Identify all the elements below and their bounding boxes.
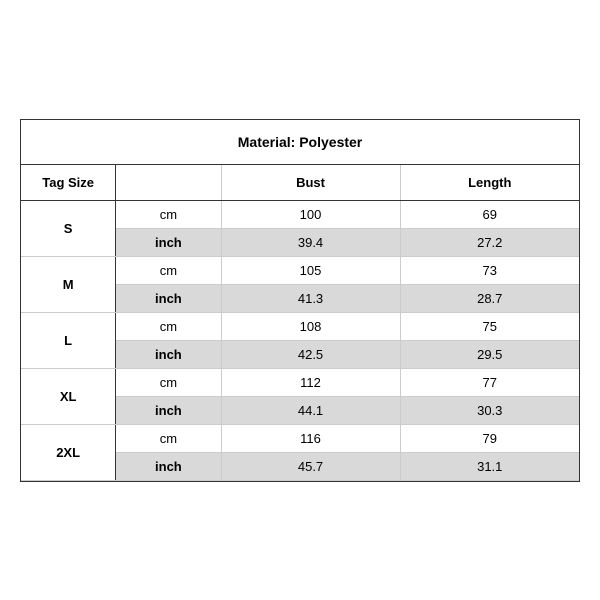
tag-size-cell: XL — [21, 368, 116, 424]
title-text: Material: Polyester — [238, 134, 363, 150]
table-row: Mcm10573 — [21, 256, 579, 284]
table-header-row: Tag Size Bust Length — [21, 165, 579, 201]
unit-cell: cm — [116, 368, 221, 396]
length-cell: 77 — [400, 368, 579, 396]
bust-cell: 41.3 — [221, 284, 400, 312]
bust-cell: 116 — [221, 424, 400, 452]
length-cell: 31.1 — [400, 452, 579, 480]
unit-cell: cm — [116, 200, 221, 228]
bust-cell: 105 — [221, 256, 400, 284]
length-cell: 27.2 — [400, 228, 579, 256]
length-cell: 75 — [400, 312, 579, 340]
header-empty — [116, 165, 221, 201]
bust-cell: 44.1 — [221, 396, 400, 424]
tag-size-cell: L — [21, 312, 116, 368]
size-chart-container: Material: Polyester Tag Size Bust Length… — [20, 119, 580, 482]
bust-cell: 45.7 — [221, 452, 400, 480]
bust-cell: 39.4 — [221, 228, 400, 256]
table-row: Scm10069 — [21, 200, 579, 228]
table-row: XLcm11277 — [21, 368, 579, 396]
unit-cell: inch — [116, 340, 221, 368]
unit-cell: inch — [116, 284, 221, 312]
unit-cell: cm — [116, 424, 221, 452]
length-cell: 79 — [400, 424, 579, 452]
length-cell: 30.3 — [400, 396, 579, 424]
unit-cell: cm — [116, 256, 221, 284]
unit-cell: inch — [116, 452, 221, 480]
bust-cell: 42.5 — [221, 340, 400, 368]
tag-size-cell: 2XL — [21, 424, 116, 480]
length-cell: 73 — [400, 256, 579, 284]
length-cell: 28.7 — [400, 284, 579, 312]
table-row: 2XLcm11679 — [21, 424, 579, 452]
tag-size-cell: M — [21, 256, 116, 312]
size-table: Tag Size Bust Length Scm10069inch39.427.… — [21, 165, 579, 481]
unit-cell: inch — [116, 228, 221, 256]
chart-title: Material: Polyester — [21, 120, 579, 165]
header-tag-size: Tag Size — [21, 165, 116, 201]
bust-cell: 108 — [221, 312, 400, 340]
table-row: Lcm10875 — [21, 312, 579, 340]
unit-cell: cm — [116, 312, 221, 340]
length-cell: 29.5 — [400, 340, 579, 368]
unit-cell: inch — [116, 396, 221, 424]
bust-cell: 112 — [221, 368, 400, 396]
tag-size-cell: S — [21, 200, 116, 256]
bust-cell: 100 — [221, 200, 400, 228]
length-cell: 69 — [400, 200, 579, 228]
header-length: Length — [400, 165, 579, 201]
header-bust: Bust — [221, 165, 400, 201]
